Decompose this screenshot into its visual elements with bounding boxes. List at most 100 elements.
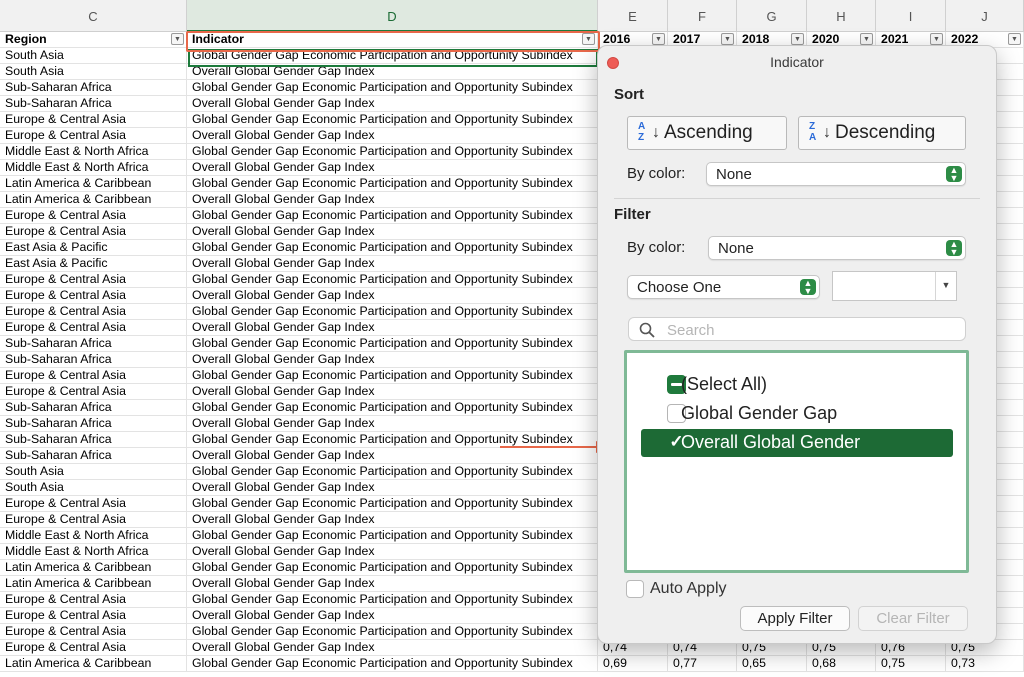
- region-cell[interactable]: Europe & Central Asia: [0, 608, 187, 624]
- region-cell[interactable]: Europe & Central Asia: [0, 272, 187, 288]
- indicator-cell[interactable]: Global Gender Gap Economic Participation…: [187, 112, 598, 128]
- value-cell[interactable]: 0,68: [807, 656, 876, 672]
- region-cell[interactable]: Latin America & Caribbean: [0, 576, 187, 592]
- auto-apply-checkbox[interactable]: [626, 580, 644, 598]
- indicator-cell[interactable]: Global Gender Gap Economic Participation…: [187, 560, 598, 576]
- list-item-overall-global-gender[interactable]: ✓ Overall Global Gender: [641, 429, 953, 457]
- indicator-cell[interactable]: Global Gender Gap Economic Participation…: [187, 464, 598, 480]
- condition-select[interactable]: Choose One ▲ ▼: [627, 275, 820, 299]
- list-item-global-gender-gap[interactable]: Global Gender Gap: [641, 400, 953, 428]
- region-cell[interactable]: Middle East & North Africa: [0, 144, 187, 160]
- region-cell[interactable]: Latin America & Caribbean: [0, 176, 187, 192]
- indicator-cell[interactable]: Overall Global Gender Gap Index: [187, 96, 598, 112]
- column-header-c[interactable]: C: [0, 0, 187, 32]
- region-cell[interactable]: Middle East & North Africa: [0, 528, 187, 544]
- search-input[interactable]: [665, 320, 959, 340]
- clear-filter-button[interactable]: Clear Filter: [858, 606, 968, 631]
- region-cell[interactable]: Europe & Central Asia: [0, 208, 187, 224]
- region-cell[interactable]: Sub-Saharan Africa: [0, 336, 187, 352]
- region-cell[interactable]: Latin America & Caribbean: [0, 192, 187, 208]
- sort-ascending-button[interactable]: A Z ↓ Ascending: [627, 116, 787, 150]
- indicator-cell[interactable]: Global Gender Gap Economic Participation…: [187, 272, 598, 288]
- region-cell[interactable]: East Asia & Pacific: [0, 256, 187, 272]
- column-header-g[interactable]: G: [737, 0, 807, 32]
- indicator-cell[interactable]: Global Gender Gap Economic Participation…: [187, 656, 598, 672]
- column-header-e[interactable]: E: [598, 0, 668, 32]
- region-cell[interactable]: Europe & Central Asia: [0, 128, 187, 144]
- sort-by-color-select[interactable]: None ▲ ▼: [706, 162, 966, 186]
- value-cell[interactable]: 0,75: [876, 656, 946, 672]
- indicator-cell[interactable]: Overall Global Gender Gap Index: [187, 128, 598, 144]
- indicator-cell[interactable]: Global Gender Gap Economic Participation…: [187, 240, 598, 256]
- value-cell[interactable]: 0,73: [946, 656, 1024, 672]
- region-cell[interactable]: Sub-Saharan Africa: [0, 416, 187, 432]
- search-field[interactable]: [628, 317, 966, 341]
- indicator-cell[interactable]: Global Gender Gap Economic Participation…: [187, 304, 598, 320]
- indicator-cell[interactable]: Global Gender Gap Economic Participation…: [187, 368, 598, 384]
- indicator-cell[interactable]: Overall Global Gender Gap Index: [187, 160, 598, 176]
- indicator-cell[interactable]: Overall Global Gender Gap Index: [187, 352, 598, 368]
- sort-descending-button[interactable]: Z A ↓ Descending: [798, 116, 966, 150]
- region-cell[interactable]: South Asia: [0, 64, 187, 80]
- region-cell[interactable]: Sub-Saharan Africa: [0, 352, 187, 368]
- region-cell[interactable]: Europe & Central Asia: [0, 112, 187, 128]
- indicator-cell[interactable]: Overall Global Gender Gap Index: [187, 256, 598, 272]
- indicator-cell[interactable]: Overall Global Gender Gap Index: [187, 576, 598, 592]
- indicator-cell[interactable]: Global Gender Gap Economic Participation…: [187, 592, 598, 608]
- indicator-cell[interactable]: Overall Global Gender Gap Index: [187, 608, 598, 624]
- indicator-cell[interactable]: Global Gender Gap Economic Participation…: [187, 400, 598, 416]
- region-cell[interactable]: Europe & Central Asia: [0, 224, 187, 240]
- header-cell-region[interactable]: Region ▼: [0, 32, 187, 48]
- indicator-cell[interactable]: Overall Global Gender Gap Index: [187, 480, 598, 496]
- indicator-cell[interactable]: Global Gender Gap Economic Participation…: [187, 176, 598, 192]
- column-header-d[interactable]: D: [187, 0, 598, 32]
- region-cell[interactable]: Europe & Central Asia: [0, 304, 187, 320]
- filter-dropdown-icon[interactable]: ▼: [860, 33, 873, 45]
- region-cell[interactable]: Sub-Saharan Africa: [0, 448, 187, 464]
- region-cell[interactable]: Sub-Saharan Africa: [0, 432, 187, 448]
- chevron-down-icon[interactable]: ▼: [935, 272, 956, 300]
- indicator-cell[interactable]: Overall Global Gender Gap Index: [187, 512, 598, 528]
- region-cell[interactable]: Europe & Central Asia: [0, 624, 187, 640]
- region-cell[interactable]: Europe & Central Asia: [0, 640, 187, 656]
- indicator-cell[interactable]: Overall Global Gender Gap Index: [187, 288, 598, 304]
- region-cell[interactable]: Europe & Central Asia: [0, 384, 187, 400]
- region-cell[interactable]: South Asia: [0, 480, 187, 496]
- filter-dropdown-icon[interactable]: ▼: [1008, 33, 1021, 45]
- filter-dropdown-icon[interactable]: ▼: [171, 33, 184, 45]
- filter-dropdown-icon[interactable]: ▼: [930, 33, 943, 45]
- indicator-cell[interactable]: Overall Global Gender Gap Index: [187, 224, 598, 240]
- region-cell[interactable]: South Asia: [0, 48, 187, 64]
- region-cell[interactable]: Europe & Central Asia: [0, 592, 187, 608]
- indicator-cell[interactable]: Global Gender Gap Economic Participation…: [187, 208, 598, 224]
- region-cell[interactable]: Europe & Central Asia: [0, 320, 187, 336]
- region-cell[interactable]: East Asia & Pacific: [0, 240, 187, 256]
- region-cell[interactable]: Europe & Central Asia: [0, 288, 187, 304]
- indicator-cell[interactable]: Overall Global Gender Gap Index: [187, 640, 598, 656]
- value-cell[interactable]: 0,69: [598, 656, 668, 672]
- value-cell[interactable]: 0,65: [737, 656, 807, 672]
- indicator-cell[interactable]: Global Gender Gap Economic Participation…: [187, 496, 598, 512]
- region-cell[interactable]: Sub-Saharan Africa: [0, 400, 187, 416]
- filter-by-color-select[interactable]: None ▲ ▼: [708, 236, 966, 260]
- region-cell[interactable]: Europe & Central Asia: [0, 496, 187, 512]
- apply-filter-button[interactable]: Apply Filter: [740, 606, 850, 631]
- indicator-cell[interactable]: Overall Global Gender Gap Index: [187, 544, 598, 560]
- indicator-cell[interactable]: Overall Global Gender Gap Index: [187, 416, 598, 432]
- region-cell[interactable]: Sub-Saharan Africa: [0, 80, 187, 96]
- region-cell[interactable]: Middle East & North Africa: [0, 160, 187, 176]
- filter-dropdown-icon[interactable]: ▼: [721, 33, 734, 45]
- indicator-cell[interactable]: Overall Global Gender Gap Index: [187, 320, 598, 336]
- indicator-cell[interactable]: Global Gender Gap Economic Participation…: [187, 144, 598, 160]
- column-header-j[interactable]: J: [946, 0, 1024, 32]
- column-header-i[interactable]: I: [876, 0, 946, 32]
- indicator-cell[interactable]: Global Gender Gap Economic Participation…: [187, 528, 598, 544]
- indicator-cell[interactable]: Overall Global Gender Gap Index: [187, 384, 598, 400]
- column-header-f[interactable]: F: [668, 0, 737, 32]
- list-item-select-all[interactable]: (Select All): [641, 371, 953, 399]
- region-cell[interactable]: Middle East & North Africa: [0, 544, 187, 560]
- indicator-cell[interactable]: Global Gender Gap Economic Participation…: [187, 336, 598, 352]
- region-cell[interactable]: Europe & Central Asia: [0, 512, 187, 528]
- region-cell[interactable]: Latin America & Caribbean: [0, 560, 187, 576]
- indicator-cell[interactable]: Global Gender Gap Economic Participation…: [187, 624, 598, 640]
